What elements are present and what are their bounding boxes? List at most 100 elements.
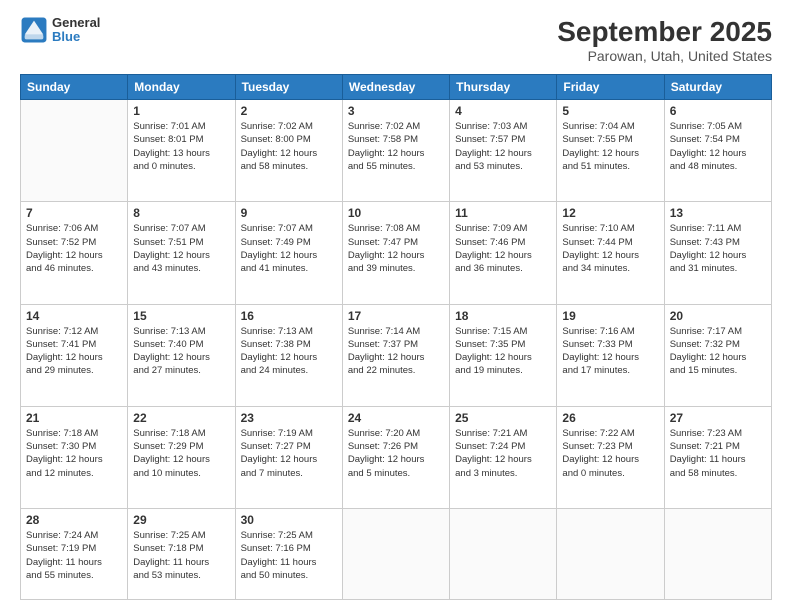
day-number: 19 — [562, 309, 658, 323]
day-number: 30 — [241, 513, 337, 527]
day-number: 12 — [562, 206, 658, 220]
weekday-header-tuesday: Tuesday — [235, 75, 342, 100]
calendar-cell: 26 Sunrise: 7:22 AM Sunset: 7:23 PM Dayli… — [557, 406, 664, 508]
day-info: Sunrise: 7:01 AM Sunset: 8:01 PM Dayligh… — [133, 120, 229, 173]
calendar-cell: 9 Sunrise: 7:07 AM Sunset: 7:49 PM Daylig… — [235, 202, 342, 304]
calendar-cell: 12 Sunrise: 7:10 AM Sunset: 7:44 PM Dayli… — [557, 202, 664, 304]
day-info: Sunrise: 7:06 AM Sunset: 7:52 PM Dayligh… — [26, 222, 122, 275]
calendar-table: SundayMondayTuesdayWednesdayThursdayFrid… — [20, 74, 772, 600]
calendar-cell: 6 Sunrise: 7:05 AM Sunset: 7:54 PM Daylig… — [664, 100, 771, 202]
day-number: 17 — [348, 309, 444, 323]
calendar-title: September 2025 — [557, 16, 772, 48]
calendar-week-row: 28 Sunrise: 7:24 AM Sunset: 7:19 PM Dayli… — [21, 509, 772, 600]
day-info: Sunrise: 7:24 AM Sunset: 7:19 PM Dayligh… — [26, 529, 122, 582]
day-number: 23 — [241, 411, 337, 425]
day-info: Sunrise: 7:02 AM Sunset: 8:00 PM Dayligh… — [241, 120, 337, 173]
day-number: 26 — [562, 411, 658, 425]
calendar-cell: 3Sunrise: 7:02 AM Sunset: 7:58 PM Daylig… — [342, 100, 449, 202]
day-number: 18 — [455, 309, 551, 323]
day-info: Sunrise: 7:17 AM Sunset: 7:32 PM Dayligh… — [670, 325, 766, 378]
weekday-header-friday: Friday — [557, 75, 664, 100]
calendar-week-row: 14Sunrise: 7:12 AM Sunset: 7:41 PM Dayli… — [21, 304, 772, 406]
calendar-cell: 20 Sunrise: 7:17 AM Sunset: 7:32 PM Dayli… — [664, 304, 771, 406]
calendar-cell — [450, 509, 557, 600]
day-number: 22 — [133, 411, 229, 425]
day-number: 9 — [241, 206, 337, 220]
calendar-cell: 22Sunrise: 7:18 AM Sunset: 7:29 PM Dayli… — [128, 406, 235, 508]
calendar-subtitle: Parowan, Utah, United States — [557, 48, 772, 64]
calendar-cell — [342, 509, 449, 600]
calendar-cell: 16 Sunrise: 7:13 AM Sunset: 7:38 PM Dayli… — [235, 304, 342, 406]
calendar-cell — [664, 509, 771, 600]
day-info: Sunrise: 7:13 AM Sunset: 7:38 PM Dayligh… — [241, 325, 337, 378]
calendar-cell — [557, 509, 664, 600]
calendar-cell: 13 Sunrise: 7:11 AM Sunset: 7:43 PM Dayli… — [664, 202, 771, 304]
day-info: Sunrise: 7:03 AM Sunset: 7:57 PM Dayligh… — [455, 120, 551, 173]
day-number: 21 — [26, 411, 122, 425]
day-info: Sunrise: 7:08 AM Sunset: 7:47 PM Dayligh… — [348, 222, 444, 275]
day-info: Sunrise: 7:11 AM Sunset: 7:43 PM Dayligh… — [670, 222, 766, 275]
weekday-header-row: SundayMondayTuesdayWednesdayThursdayFrid… — [21, 75, 772, 100]
calendar-cell: 21 Sunrise: 7:18 AM Sunset: 7:30 PM Dayli… — [21, 406, 128, 508]
day-info: Sunrise: 7:07 AM Sunset: 7:49 PM Dayligh… — [241, 222, 337, 275]
calendar-cell: 29 Sunrise: 7:25 AM Sunset: 7:18 PM Dayli… — [128, 509, 235, 600]
day-info: Sunrise: 7:25 AM Sunset: 7:16 PM Dayligh… — [241, 529, 337, 582]
day-number: 28 — [26, 513, 122, 527]
calendar-cell: 10 Sunrise: 7:08 AM Sunset: 7:47 PM Dayli… — [342, 202, 449, 304]
weekday-header-saturday: Saturday — [664, 75, 771, 100]
day-info: Sunrise: 7:16 AM Sunset: 7:33 PM Dayligh… — [562, 325, 658, 378]
day-info: Sunrise: 7:18 AM Sunset: 7:30 PM Dayligh… — [26, 427, 122, 480]
logo-text: General Blue — [52, 16, 100, 45]
day-info: Sunrise: 7:07 AM Sunset: 7:51 PM Dayligh… — [133, 222, 229, 275]
day-number: 5 — [562, 104, 658, 118]
day-info: Sunrise: 7:10 AM Sunset: 7:44 PM Dayligh… — [562, 222, 658, 275]
calendar-cell: 25 Sunrise: 7:21 AM Sunset: 7:24 PM Dayli… — [450, 406, 557, 508]
day-number: 8 — [133, 206, 229, 220]
calendar-cell: 23 Sunrise: 7:19 AM Sunset: 7:27 PM Dayli… — [235, 406, 342, 508]
day-number: 13 — [670, 206, 766, 220]
calendar-week-row: 7Sunrise: 7:06 AM Sunset: 7:52 PM Daylig… — [21, 202, 772, 304]
day-info: Sunrise: 7:20 AM Sunset: 7:26 PM Dayligh… — [348, 427, 444, 480]
calendar-cell: 15 Sunrise: 7:13 AM Sunset: 7:40 PM Dayli… — [128, 304, 235, 406]
calendar-cell: 11 Sunrise: 7:09 AM Sunset: 7:46 PM Dayli… — [450, 202, 557, 304]
day-info: Sunrise: 7:19 AM Sunset: 7:27 PM Dayligh… — [241, 427, 337, 480]
day-number: 24 — [348, 411, 444, 425]
day-info: Sunrise: 7:13 AM Sunset: 7:40 PM Dayligh… — [133, 325, 229, 378]
weekday-header-wednesday: Wednesday — [342, 75, 449, 100]
calendar-cell — [21, 100, 128, 202]
calendar-cell: 8 Sunrise: 7:07 AM Sunset: 7:51 PM Daylig… — [128, 202, 235, 304]
day-number: 27 — [670, 411, 766, 425]
logo-line2: Blue — [52, 30, 100, 44]
day-info: Sunrise: 7:05 AM Sunset: 7:54 PM Dayligh… — [670, 120, 766, 173]
calendar-cell: 14Sunrise: 7:12 AM Sunset: 7:41 PM Dayli… — [21, 304, 128, 406]
day-info: Sunrise: 7:09 AM Sunset: 7:46 PM Dayligh… — [455, 222, 551, 275]
day-number: 15 — [133, 309, 229, 323]
day-number: 16 — [241, 309, 337, 323]
day-number: 25 — [455, 411, 551, 425]
page: General Blue September 2025 Parowan, Uta… — [0, 0, 792, 612]
calendar-cell: 19 Sunrise: 7:16 AM Sunset: 7:33 PM Dayli… — [557, 304, 664, 406]
day-number: 6 — [670, 104, 766, 118]
calendar-cell: 5 Sunrise: 7:04 AM Sunset: 7:55 PM Daylig… — [557, 100, 664, 202]
day-number: 10 — [348, 206, 444, 220]
day-number: 14 — [26, 309, 122, 323]
calendar-cell: 30 Sunrise: 7:25 AM Sunset: 7:16 PM Dayli… — [235, 509, 342, 600]
logo: General Blue — [20, 16, 100, 45]
day-info: Sunrise: 7:14 AM Sunset: 7:37 PM Dayligh… — [348, 325, 444, 378]
calendar-cell: 2Sunrise: 7:02 AM Sunset: 8:00 PM Daylig… — [235, 100, 342, 202]
day-number: 29 — [133, 513, 229, 527]
weekday-header-monday: Monday — [128, 75, 235, 100]
logo-line1: General — [52, 16, 100, 30]
calendar-week-row: 21 Sunrise: 7:18 AM Sunset: 7:30 PM Dayli… — [21, 406, 772, 508]
day-info: Sunrise: 7:21 AM Sunset: 7:24 PM Dayligh… — [455, 427, 551, 480]
day-info: Sunrise: 7:22 AM Sunset: 7:23 PM Dayligh… — [562, 427, 658, 480]
calendar-cell: 28 Sunrise: 7:24 AM Sunset: 7:19 PM Dayli… — [21, 509, 128, 600]
calendar-week-row: 1Sunrise: 7:01 AM Sunset: 8:01 PM Daylig… — [21, 100, 772, 202]
day-number: 20 — [670, 309, 766, 323]
day-info: Sunrise: 7:04 AM Sunset: 7:55 PM Dayligh… — [562, 120, 658, 173]
day-number: 11 — [455, 206, 551, 220]
calendar-cell: 4Sunrise: 7:03 AM Sunset: 7:57 PM Daylig… — [450, 100, 557, 202]
weekday-header-sunday: Sunday — [21, 75, 128, 100]
calendar-cell: 1Sunrise: 7:01 AM Sunset: 8:01 PM Daylig… — [128, 100, 235, 202]
day-info: Sunrise: 7:25 AM Sunset: 7:18 PM Dayligh… — [133, 529, 229, 582]
